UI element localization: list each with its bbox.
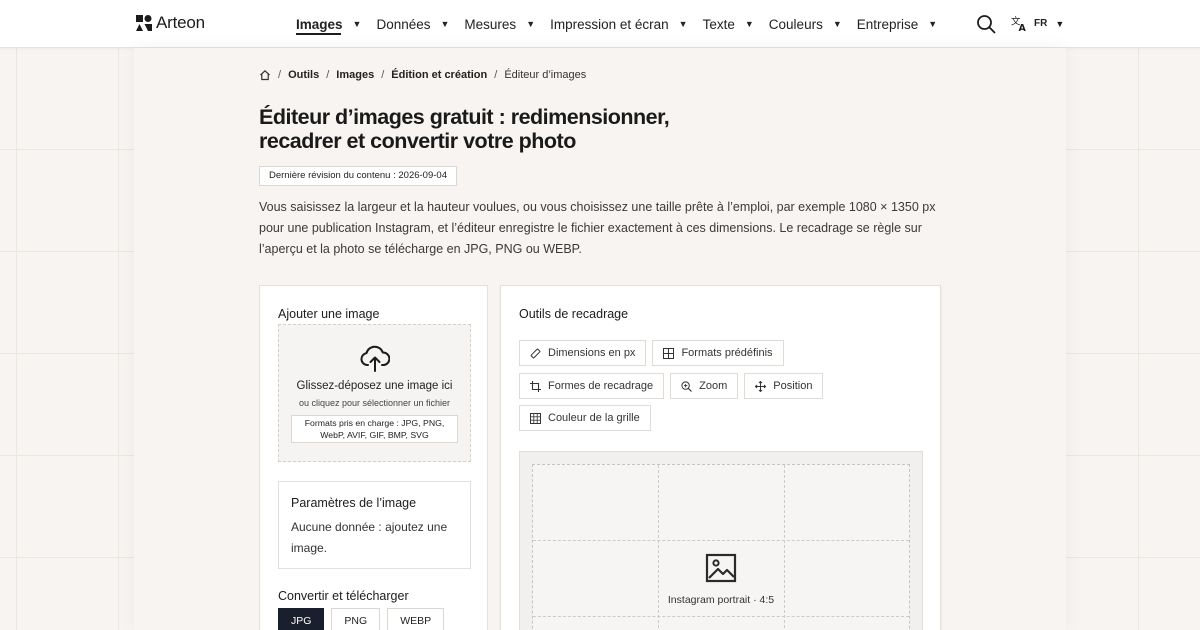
nav-item-images[interactable]: Images ▼ [296,0,361,48]
nav-label: Texte [702,16,735,32]
format-selector: JPG PNG WEBP [278,608,445,630]
cloud-upload-icon [360,345,390,372]
caret-down-icon: ▼ [928,19,938,29]
home-icon[interactable] [259,69,271,81]
tool-row: Dimensions en px Formats prédéfinis [519,340,784,366]
page-title: Éditeur d’images gratuit : redimensionne… [259,105,739,153]
grid-color-button[interactable]: Couleur de la grille [519,405,651,431]
crop-preview-area[interactable]: Instagram portrait · 4:5 [519,451,923,630]
tool-label: Formats prédéfinis [681,347,773,359]
caret-down-icon: ▼ [678,19,688,29]
tool-label: Couleur de la grille [548,412,640,424]
breadcrumb-separator: / [278,69,282,81]
grid-line [533,616,909,617]
dropzone-sub-text: ou cliquez pour sélectionner un fichier [298,398,451,408]
nav-label: Images [296,16,343,32]
formats-line-2: WebP, AVIF, GIF, BMP, SVG [320,430,429,440]
dimensions-px-button[interactable]: Dimensions en px [519,340,647,366]
breadcrumb-separator: / [494,69,498,81]
upload-title: Ajouter une image [278,307,380,321]
breadcrumb-separator: / [381,69,385,81]
tool-label: Zoom [699,380,728,392]
nav-label: Entreprise [856,16,919,32]
main-content: / Outils / Images / Édition et création … [134,48,1066,630]
language-selector[interactable]: 文 A FR ▼ [1011,15,1064,32]
language-code: FR [1034,18,1048,29]
format-button-jpg[interactable]: JPG [278,608,325,630]
tool-label: Dimensions en px [548,347,636,359]
nav-label: Mesures [464,16,517,32]
nav-item-impression-ecran[interactable]: Impression et écran ▼ [550,0,687,48]
zoom-icon [681,380,693,392]
crop-frame[interactable]: Instagram portrait · 4:5 [532,464,910,630]
grid-color-icon [530,412,541,424]
caret-down-icon: ▼ [526,19,536,29]
tool-label: Position [773,380,813,392]
ruler-icon [530,348,541,358]
tool-row: Formes de recadrage Zoom Position [519,373,824,399]
grid-icon [663,347,675,359]
caret-down-icon: ▼ [440,19,450,29]
nav-item-couleurs[interactable]: Couleurs ▼ [769,0,842,48]
caret-down-icon: ▼ [352,19,362,29]
logo-icon [136,15,152,31]
crop-icon [530,380,541,392]
page-title-line-2: recadrer et convertir votre photo [259,129,576,153]
top-navigation-bar: Arteon Images ▼ Données ▼ Mesures ▼ Impr… [0,0,1200,48]
revision-badge: Dernière révision du contenu : 2026-09-0… [259,166,457,186]
params-title: Paramètres de l’image [291,496,417,510]
caret-down-icon: ▼ [832,19,842,29]
intro-paragraph: Vous saisissez la largeur et la hauteur … [259,200,936,256]
svg-text:A: A [1019,23,1027,32]
breadcrumb-separator: / [326,69,330,81]
preset-formats-button[interactable]: Formats prédéfinis [652,340,784,366]
zoom-button[interactable]: Zoom [670,373,739,399]
upload-panel: Ajouter une image Glissez-déposez une im… [259,285,488,630]
image-params-card: Paramètres de l’image Aucune donnée : aj… [278,481,471,569]
page-title-line-1: Éditeur d’images gratuit : redimensionne… [259,105,670,129]
dropzone-main-text: Glissez-déposez une image ici [296,380,453,392]
breadcrumb-link-edition[interactable]: Édition et création [391,69,487,81]
caret-down-icon: ▼ [744,19,754,29]
caret-down-icon: ▼ [1055,18,1065,29]
nav-item-entreprise[interactable]: Entreprise ▼ [857,0,937,48]
format-button-webp[interactable]: WEBP [387,608,445,630]
nav-label: Impression et écran [550,16,669,32]
brand-logo[interactable]: Arteon [136,13,205,33]
brand-name: Arteon [156,13,205,32]
search-icon[interactable] [976,14,996,34]
crop-tools-panel: Outils de recadrage Dimensions en px For… [500,285,941,630]
format-button-png[interactable]: PNG [331,608,381,630]
image-dropzone[interactable]: Glissez-déposez une image ici ou cliquez… [278,324,471,462]
nav-item-donnees[interactable]: Données ▼ [376,0,449,48]
convert-title: Convertir et télécharger [278,589,409,603]
breadcrumb-current: Éditeur d’images [504,69,587,81]
grid-line [533,540,909,541]
position-button[interactable]: Position [744,373,824,399]
tool-row: Couleur de la grille [519,405,651,431]
breadcrumb: / Outils / Images / Édition et création … [259,69,586,81]
supported-formats-note: Formats pris en charge : JPG, PNG, WebP,… [291,415,458,443]
move-icon [755,380,767,392]
translate-icon: 文 A [1011,15,1027,32]
formats-line-1: Formats pris en charge : JPG, PNG, [304,418,445,428]
preview-format-label: Instagram portrait · 4:5 [667,594,775,606]
main-nav: Images ▼ Données ▼ Mesures ▼ Impression … [296,0,937,48]
nav-item-texte[interactable]: Texte ▼ [703,0,754,48]
tool-label: Formes de recadrage [548,380,654,392]
nav-label: Données [376,16,431,32]
nav-label: Couleurs [768,16,823,32]
nav-item-mesures[interactable]: Mesures ▼ [464,0,535,48]
breadcrumb-link-outils[interactable]: Outils [288,69,319,81]
image-placeholder-icon [705,553,737,583]
crop-tools-title: Outils de recadrage [519,307,629,321]
crop-shapes-button[interactable]: Formes de recadrage [519,373,665,399]
params-empty-text: Aucune donnée : ajoutez une image. [291,520,448,555]
breadcrumb-link-images[interactable]: Images [336,69,374,81]
